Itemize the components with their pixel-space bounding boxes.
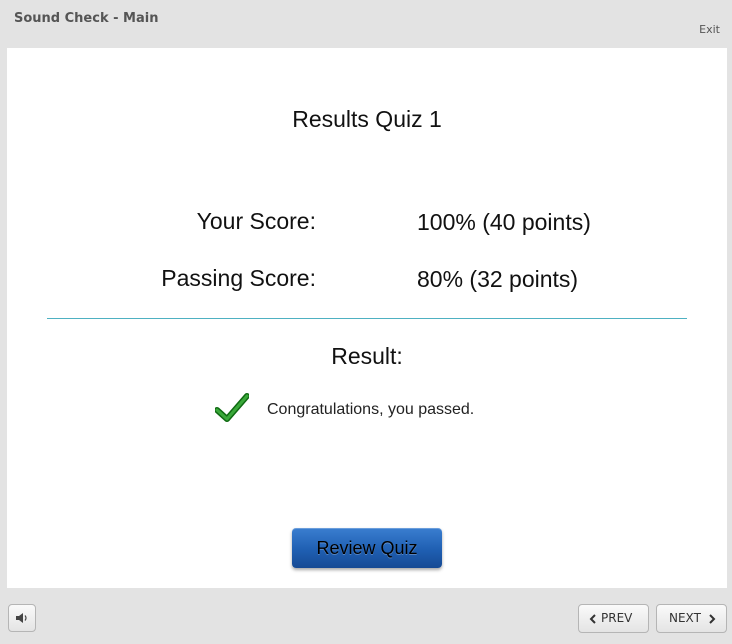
chevron-left-icon (589, 614, 596, 624)
review-quiz-button[interactable]: Review Quiz (292, 528, 442, 568)
app-title: Sound Check - Main (14, 11, 159, 26)
next-button[interactable]: NEXT (656, 604, 727, 633)
top-bar: Sound Check - Main Exit (0, 0, 732, 48)
your-score-label: Your Score: (196, 208, 316, 234)
prev-button[interactable]: PREV (578, 604, 649, 633)
page-title: Results Quiz 1 (292, 106, 442, 132)
passing-score-label: Passing Score: (161, 265, 316, 291)
slide-content: Results Quiz 1 Your Score: 100% (40 poin… (7, 48, 727, 588)
audio-button[interactable] (8, 604, 36, 632)
passing-score-value: 80% (32 points) (417, 266, 579, 292)
result-label: Result: (331, 343, 403, 369)
speaker-icon (16, 613, 27, 623)
divider (47, 318, 687, 319)
bottom-bar: PREV NEXT (0, 588, 732, 644)
result-message: Congratulations, you passed. (267, 401, 475, 418)
next-label: NEXT (669, 611, 701, 625)
your-score-value: 100% (40 points) (417, 209, 591, 235)
chevron-right-icon (709, 614, 716, 624)
prev-label: PREV (601, 611, 633, 625)
checkmark-icon (214, 393, 250, 423)
exit-button[interactable]: Exit (699, 23, 720, 36)
